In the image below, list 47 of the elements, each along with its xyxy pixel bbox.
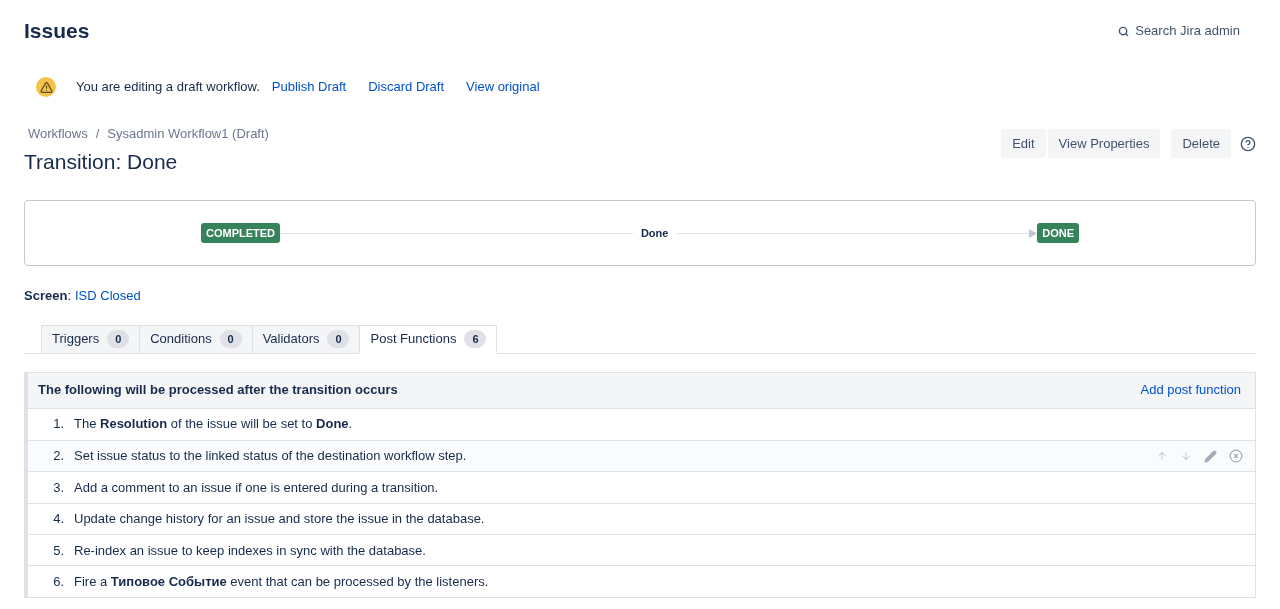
count-badge: 6: [464, 330, 487, 348]
help-icon[interactable]: [1240, 135, 1256, 152]
action-button[interactable]: View Properties: [1047, 129, 1161, 158]
edit-icon[interactable]: [1204, 449, 1217, 463]
transition-title: Transition: Done: [24, 148, 179, 175]
post-function-text: Fire a Типовое Событие event that can be processed by the listeners.: [74, 572, 490, 591]
draft-message: You are editing a draft workflow.: [76, 78, 260, 97]
page-header-title: Issues: [24, 18, 90, 45]
tab[interactable]: Conditions 0: [139, 324, 252, 354]
item-number: 2.: [52, 447, 65, 466]
search-icon: [1118, 25, 1130, 37]
item-number: 5.: [52, 541, 65, 560]
action-button[interactable]: Edit: [1001, 129, 1046, 158]
screen-link[interactable]: ISD Closed: [75, 286, 141, 306]
tab[interactable]: Post Functions 6: [359, 324, 498, 354]
draft-link[interactable]: Publish Draft: [271, 77, 347, 97]
item-number: 4.: [52, 510, 65, 529]
post-function-text: Re-index an issue to keep indexes in sync with the database.: [74, 541, 427, 560]
item-number: 3.: [52, 478, 65, 497]
action-button[interactable]: Delete: [1171, 129, 1231, 158]
transition-label: Done: [639, 225, 670, 241]
count-badge: 0: [107, 330, 130, 348]
post-function-text: Set issue status to the linked status of the destination workflow step.: [74, 447, 468, 466]
move-up-icon[interactable]: [1156, 450, 1168, 463]
post-function-text: The Resolution of the issue will be set to Done.: [74, 415, 354, 434]
move-down-icon[interactable]: [1180, 450, 1192, 463]
colon: :: [67, 287, 71, 305]
delete-icon[interactable]: [1229, 449, 1243, 464]
breadcrumb-link[interactable]: Sysadmin Workflow1 (Draft): [107, 124, 269, 144]
draft-link[interactable]: Discard Draft: [368, 77, 445, 97]
item-number: 6.: [52, 572, 65, 591]
tab[interactable]: Triggers 0: [41, 324, 140, 354]
post-function-text: Add a comment to an issue if one is entered during a transition.: [74, 478, 440, 497]
tab[interactable]: Validators 0: [251, 324, 360, 354]
panel-heading: The following will be processed after the transition occurs: [38, 381, 398, 400]
count-badge: 0: [219, 330, 242, 348]
item-number: 1.: [52, 415, 65, 434]
breadcrumb-separator: /: [95, 125, 100, 143]
status-lozenge: COMPLETED: [201, 222, 281, 244]
post-function-text: Update change history for an issue and store the issue in the database.: [74, 510, 486, 529]
count-badge: 0: [327, 330, 350, 348]
draft-link[interactable]: View original: [466, 77, 540, 97]
status-lozenge: DONE: [1037, 222, 1079, 244]
breadcrumb-link[interactable]: Workflows: [28, 124, 88, 144]
warning-icon: [36, 77, 56, 97]
add-post-function-link[interactable]: Add post function: [1140, 380, 1241, 400]
search-button[interactable]: Search Jira admin: [1118, 21, 1240, 41]
